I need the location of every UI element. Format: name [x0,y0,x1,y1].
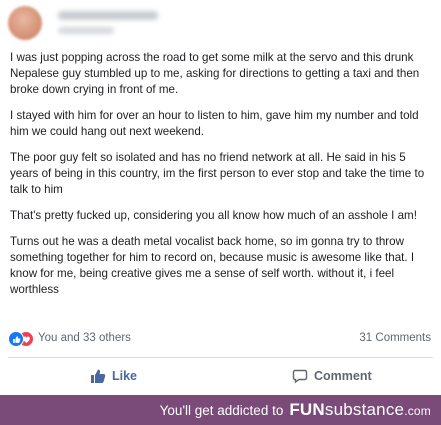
like-button-label: Like [112,369,138,383]
comments-count-link[interactable]: 31 Comments [359,332,431,344]
post-paragraph-5: Turns out he was a death metal vocalist … [10,235,415,296]
like-reaction-icon [8,331,24,347]
avatar[interactable] [8,6,42,40]
post-paragraph-4: That's pretty fucked up, considering you… [10,209,417,222]
redacted-author-name[interactable] [58,11,158,20]
post-paragraph-2: I stayed with him for over an hour to li… [10,109,419,138]
post-paragraph-1: I was just popping across the road to ge… [10,51,420,96]
logo-tld-text: .com [404,404,431,418]
footer-tagline: You'll get addicted to [159,402,284,418]
thumbs-up-icon [91,369,106,383]
reaction-icons[interactable] [8,331,34,347]
comment-button[interactable]: Comment [292,364,372,388]
funsubstance-footer: You'll get addicted to FUNsubstance.com [0,395,441,425]
reactions-count-text[interactable]: You and 33 others [38,332,131,344]
comment-button-label: Comment [314,369,372,383]
like-button[interactable]: Like [90,364,137,388]
reactions-bar: You and 33 others 31 Comments [8,330,433,348]
logo-substance-text: substance [324,400,405,419]
funsubstance-logo[interactable]: FUNsubstance.com [289,400,431,420]
comment-bubble-icon [292,369,308,384]
redacted-post-meta [58,27,114,34]
post-header [0,0,441,46]
post-paragraph-3: The poor guy felt so isolated and has no… [10,151,425,196]
post-body: I was just popping across the road to ge… [10,50,432,308]
actions-divider [8,357,433,358]
logo-fun-text: FUN [289,400,325,419]
